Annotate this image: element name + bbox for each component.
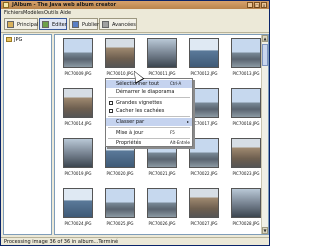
thumbnail-item[interactable]: PIC70024.JPG — [59, 188, 97, 232]
folder-label[interactable]: JPG — [14, 37, 22, 43]
large-thumbnails-label: Grandes vignettes — [116, 100, 162, 106]
thumbnail-caption: PIC70024.JPG — [64, 221, 92, 226]
globe-icon — [72, 21, 79, 28]
update-label: Mise à jour — [116, 130, 144, 136]
thumbnail-caption: PIC70011.JPG — [148, 71, 176, 76]
tab-publier[interactable]: Publier — [69, 18, 100, 30]
menu-item-select-all[interactable]: Sélectionner tout Ctrl-A — [106, 80, 192, 88]
thumbnail-caption: PIC70009.JPG — [64, 71, 92, 76]
toolbar: Principal Editer Publier Avancées — [1, 16, 269, 33]
select-all-shortcut: Ctrl-A — [170, 81, 182, 86]
thumbnail-caption: PIC70027.JPG — [190, 221, 218, 226]
context-menu: Sélectionner tout Ctrl-A Démarrer le dia… — [105, 78, 193, 147]
properties-label: Propriétés — [116, 140, 142, 146]
tab-editer-label: Editer — [52, 22, 67, 28]
thumbnail-item[interactable]: PIC70011.JPG — [143, 38, 181, 82]
app-icon — [3, 2, 9, 8]
thumbnail-caption: PIC70013.JPG — [232, 71, 260, 76]
sort-by-label: Classer par — [116, 119, 145, 125]
thumbnail-caption: PIC70028.JPG — [232, 221, 260, 226]
thumbnail-item[interactable]: PIC70023.JPG — [227, 138, 265, 182]
folder-icon — [6, 37, 12, 42]
maximize-button[interactable]: □ — [254, 2, 260, 8]
minimize-button[interactable]: _ — [247, 2, 253, 8]
update-shortcut: F5 — [170, 130, 175, 135]
thumbnail-image[interactable] — [231, 138, 261, 168]
thumbnail-item[interactable]: PIC70019.JPG — [59, 138, 97, 182]
menu-item-large-thumbnails[interactable]: Grandes vignettes — [106, 99, 192, 107]
thumbnail-item[interactable]: PIC70026.JPG — [143, 188, 181, 232]
menu-item-sort-by[interactable]: Classer par ▸ — [106, 118, 192, 126]
thumbnail-image[interactable] — [105, 188, 135, 218]
thumbnail-caption: PIC70023.JPG — [232, 171, 260, 176]
thumbnail-caption: PIC70026.JPG — [148, 221, 176, 226]
thumbnail-image[interactable] — [105, 38, 135, 68]
menu-bar: Fichiers Modèles Outils Aide — [1, 9, 269, 16]
thumbnail-image[interactable] — [147, 188, 177, 218]
thumbnail-image[interactable] — [231, 188, 261, 218]
thumbnail-item[interactable]: PIC70027.JPG — [185, 188, 223, 232]
thumbnail-image[interactable] — [147, 38, 177, 68]
slideshow-label: Démarrer le diaporama — [116, 89, 175, 95]
folder-tree[interactable]: JPG — [3, 34, 52, 235]
thumbnail-image[interactable] — [231, 88, 261, 118]
thumbnail-caption: PIC70014.JPG — [64, 121, 92, 126]
thumbnail-image[interactable] — [63, 88, 93, 118]
thumbnail-item[interactable]: PIC70009.JPG — [59, 38, 97, 82]
thumbnail-image[interactable] — [189, 38, 219, 68]
tab-avancees[interactable]: Avancées — [99, 18, 137, 30]
thumbnail-image[interactable] — [189, 188, 219, 218]
window-title: JAlbum - The Java web album creator — [12, 2, 117, 8]
menu-separator — [108, 127, 190, 128]
thumbnail-item[interactable]: PIC70028.JPG — [227, 188, 265, 232]
thumbnail-image[interactable] — [231, 38, 261, 68]
menu-separator — [108, 116, 190, 117]
tab-avancees-label: Avancées — [112, 22, 136, 28]
tab-publier-label: Publier — [82, 22, 100, 28]
menu-item-slideshow[interactable]: Démarrer le diaporama — [106, 88, 192, 96]
home-icon — [7, 21, 14, 28]
menu-item-properties[interactable]: Propriétés Alt-Entrée — [106, 139, 192, 147]
status-bar: Processing image 36 of 36 in album...Ter… — [1, 237, 269, 245]
submenu-arrow-icon: ▸ — [187, 119, 190, 124]
app-window: JAlbum - The Java web album creator _ □ … — [0, 0, 270, 246]
thumbnail-image[interactable] — [189, 138, 219, 168]
menu-separator — [108, 97, 190, 98]
hide-hidden-label: Cacher les cachées — [116, 108, 165, 114]
edit-icon — [42, 21, 49, 28]
thumbnail-caption: PIC70019.JPG — [64, 171, 92, 176]
thumbnail-caption: PIC70012.JPG — [190, 71, 218, 76]
thumbnail-item[interactable]: PIC70013.JPG — [227, 38, 265, 82]
thumbnail-image[interactable] — [63, 38, 93, 68]
close-button[interactable]: x — [261, 2, 267, 8]
tab-principal-label: Principal — [17, 22, 39, 28]
thumbnail-caption: PIC70021.JPG — [148, 171, 176, 176]
thumbnail-image[interactable] — [63, 188, 93, 218]
thumbnail-item[interactable]: PIC70018.JPG — [227, 88, 265, 132]
status-text: Processing image 36 of 36 in album...Ter… — [4, 239, 119, 245]
hide-hidden-checkbox[interactable] — [109, 109, 113, 113]
tab-principal[interactable]: Principal — [4, 18, 38, 30]
thumbnail-item[interactable]: PIC70012.JPG — [185, 38, 223, 82]
thumbnail-caption: PIC70018.JPG — [232, 121, 260, 126]
menu-item-update[interactable]: Mise à jour F5 — [106, 129, 192, 137]
menu-item-hide-hidden[interactable]: Cacher les cachées — [106, 107, 192, 115]
thumbnail-image[interactable] — [189, 88, 219, 118]
properties-shortcut: Alt-Entrée — [170, 140, 190, 145]
title-bar[interactable]: JAlbum - The Java web album creator _ □ … — [1, 1, 269, 9]
tab-editer[interactable]: Editer — [39, 18, 67, 30]
thumbnail-image[interactable] — [63, 138, 93, 168]
large-thumbnails-checkbox[interactable] — [109, 101, 113, 105]
thumbnail-item[interactable]: PIC70025.JPG — [101, 188, 139, 232]
thumbnail-item[interactable]: PIC70014.JPG — [59, 88, 97, 132]
tools-icon — [102, 21, 109, 28]
thumbnail-caption: PIC70022.JPG — [190, 171, 218, 176]
thumbnail-caption: PIC70020.JPG — [106, 171, 134, 176]
thumbnail-caption: PIC70025.JPG — [106, 221, 134, 226]
